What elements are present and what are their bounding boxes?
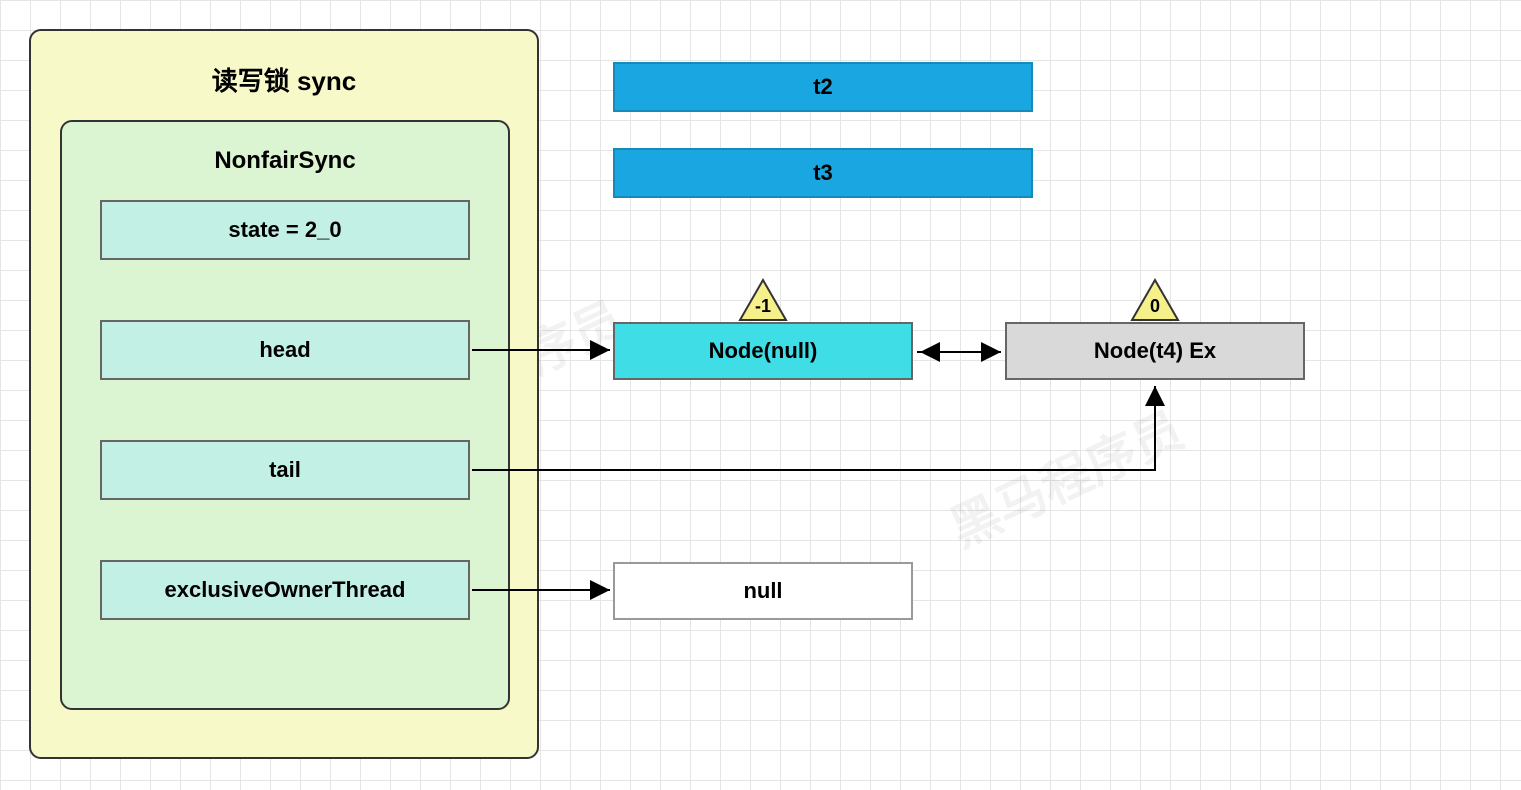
field-state: state = 2_0 [100, 200, 470, 260]
thread-t3: t3 [613, 148, 1033, 198]
node-t4-wait-status-badge: 0 [1130, 278, 1180, 322]
owner-null-box: null [613, 562, 913, 620]
node-t4-wait-status-value: 0 [1150, 296, 1160, 317]
field-exclusive-owner-thread: exclusiveOwnerThread [100, 560, 470, 620]
arrow-tail-to-node-t4 [472, 386, 1155, 470]
nonfair-sync-title: NonfairSync [62, 122, 508, 175]
diagram-canvas: 黑马程序员 黑马程序员 读写锁 sync NonfairSync state =… [0, 0, 1521, 790]
field-tail: tail [100, 440, 470, 500]
watermark: 黑马程序员 [936, 391, 1193, 562]
node-null: Node(null) [613, 322, 913, 380]
node-null-wait-status-value: -1 [755, 296, 771, 317]
sync-title: 读写锁 sync [31, 31, 537, 98]
field-head: head [100, 320, 470, 380]
node-t4: Node(t4) Ex [1005, 322, 1305, 380]
thread-t2: t2 [613, 62, 1033, 112]
node-null-wait-status-badge: -1 [738, 278, 788, 322]
